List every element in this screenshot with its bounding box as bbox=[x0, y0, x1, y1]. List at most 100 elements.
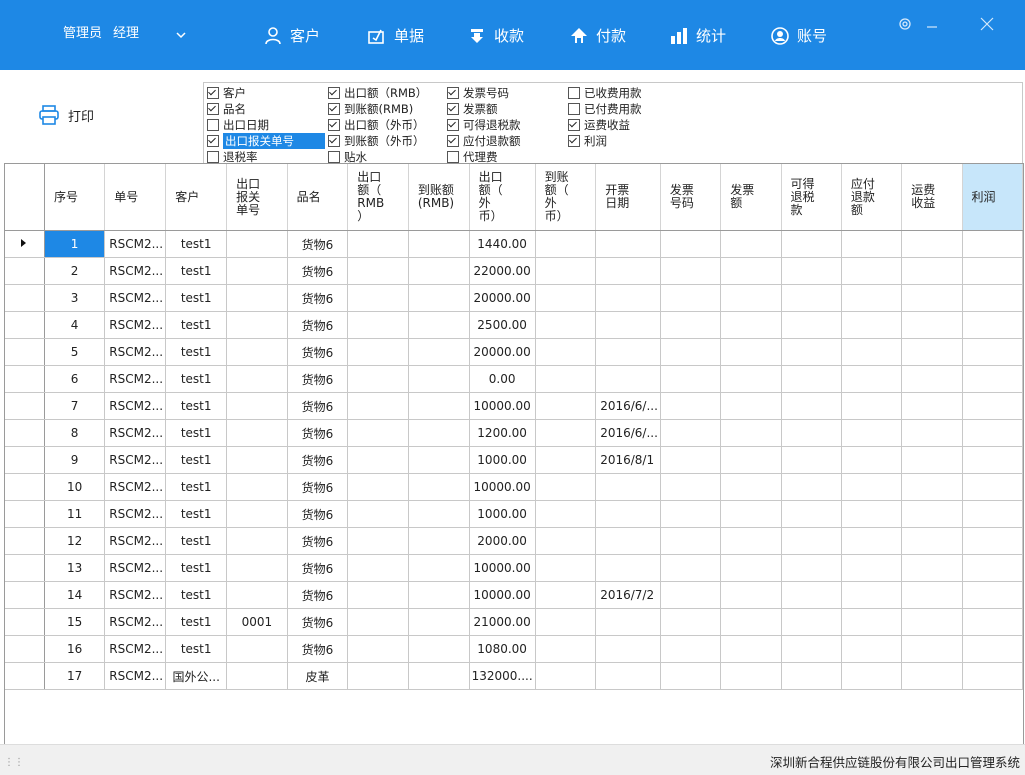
table-cell[interactable] bbox=[901, 419, 963, 447]
table-cell[interactable] bbox=[781, 581, 842, 609]
table-cell[interactable]: 货物6 bbox=[287, 527, 349, 555]
opt-product[interactable]: 品名 bbox=[207, 101, 246, 116]
table-row[interactable]: 12 RSCM2... test1 货物6 2000.00 bbox=[5, 527, 1023, 555]
checkbox[interactable] bbox=[207, 86, 219, 99]
table-cell[interactable] bbox=[781, 419, 842, 447]
table-cell[interactable]: test1 bbox=[165, 608, 228, 636]
column-header[interactable]: 品名 bbox=[287, 164, 349, 231]
table-cell[interactable]: RSCM2... bbox=[104, 392, 167, 420]
table-cell[interactable] bbox=[962, 500, 1023, 528]
row-header[interactable] bbox=[5, 365, 45, 393]
table-cell[interactable] bbox=[962, 338, 1023, 366]
table-cell[interactable] bbox=[720, 473, 782, 501]
table-cell[interactable] bbox=[841, 365, 903, 393]
table-cell[interactable] bbox=[781, 230, 842, 258]
table-cell[interactable]: 2016/7/2 bbox=[595, 581, 661, 609]
table-row[interactable]: 3 RSCM2... test1 货物6 20000.00 bbox=[5, 284, 1023, 312]
table-cell[interactable]: RSCM2... bbox=[104, 230, 167, 258]
table-cell[interactable] bbox=[841, 257, 903, 285]
table-cell[interactable] bbox=[962, 635, 1023, 663]
checkbox[interactable] bbox=[328, 134, 340, 147]
table-cell[interactable] bbox=[901, 527, 963, 555]
table-cell[interactable] bbox=[781, 257, 842, 285]
table-cell[interactable]: test1 bbox=[165, 365, 228, 393]
table-cell[interactable]: 20000.00 bbox=[469, 338, 536, 366]
column-header[interactable]: 出口 报关 单号 bbox=[226, 164, 288, 231]
table-cell[interactable] bbox=[595, 257, 661, 285]
table-cell[interactable] bbox=[660, 284, 722, 312]
table-cell[interactable]: 14 bbox=[44, 581, 106, 609]
table-cell[interactable]: RSCM2... bbox=[104, 527, 167, 555]
table-cell[interactable] bbox=[408, 527, 470, 555]
table-cell[interactable] bbox=[841, 446, 903, 474]
table-cell[interactable] bbox=[226, 365, 288, 393]
table-cell[interactable] bbox=[841, 230, 903, 258]
table-cell[interactable] bbox=[841, 284, 903, 312]
table-cell[interactable] bbox=[720, 635, 782, 663]
table-cell[interactable]: 货物6 bbox=[287, 311, 349, 339]
table-row[interactable]: 16 RSCM2... test1 货物6 1080.00 bbox=[5, 635, 1023, 663]
checkbox[interactable] bbox=[447, 118, 459, 131]
table-cell[interactable]: 10000.00 bbox=[469, 473, 536, 501]
table-cell[interactable] bbox=[408, 230, 470, 258]
table-cell[interactable] bbox=[781, 554, 842, 582]
chevron-down-icon[interactable] bbox=[176, 30, 186, 40]
table-cell[interactable] bbox=[660, 365, 722, 393]
table-cell[interactable] bbox=[841, 635, 903, 663]
table-cell[interactable] bbox=[901, 554, 963, 582]
table-cell[interactable]: 货物6 bbox=[287, 338, 349, 366]
table-cell[interactable] bbox=[720, 500, 782, 528]
table-cell[interactable] bbox=[660, 446, 722, 474]
table-cell[interactable] bbox=[408, 635, 470, 663]
table-cell[interactable] bbox=[535, 608, 597, 636]
row-header[interactable] bbox=[5, 608, 45, 636]
table-cell[interactable] bbox=[595, 554, 661, 582]
table-cell[interactable] bbox=[226, 473, 288, 501]
table-cell[interactable] bbox=[347, 554, 409, 582]
table-cell[interactable] bbox=[720, 311, 782, 339]
table-cell[interactable] bbox=[720, 257, 782, 285]
table-cell[interactable] bbox=[781, 527, 842, 555]
nav-payment[interactable]: 付款 bbox=[569, 25, 626, 46]
table-cell[interactable] bbox=[408, 311, 470, 339]
resize-grip-icon[interactable]: ⋮⋮ bbox=[4, 757, 24, 768]
table-cell[interactable]: 6 bbox=[44, 365, 106, 393]
table-cell[interactable]: 16 bbox=[44, 635, 106, 663]
table-cell[interactable] bbox=[595, 662, 661, 690]
opt-received-fx[interactable]: 到账额（外币） bbox=[328, 133, 425, 148]
table-cell[interactable]: 17 bbox=[44, 662, 106, 690]
table-cell[interactable] bbox=[535, 473, 597, 501]
opt-customs-no[interactable]: 出口报关单号 bbox=[207, 132, 325, 149]
table-cell[interactable] bbox=[781, 635, 842, 663]
opt-export-fx[interactable]: 出口额（外币） bbox=[328, 117, 425, 132]
table-cell[interactable] bbox=[781, 338, 842, 366]
table-cell[interactable] bbox=[535, 419, 597, 447]
column-header[interactable]: 运费 收益 bbox=[901, 164, 963, 231]
table-cell[interactable] bbox=[962, 257, 1023, 285]
minimize-icon[interactable] bbox=[926, 16, 938, 32]
table-cell[interactable]: 货物6 bbox=[287, 284, 349, 312]
table-row[interactable]: 4 RSCM2... test1 货物6 2500.00 bbox=[5, 311, 1023, 339]
table-cell[interactable]: 9 bbox=[44, 446, 106, 474]
table-cell[interactable]: 13 bbox=[44, 554, 106, 582]
table-cell[interactable] bbox=[841, 662, 903, 690]
row-header[interactable] bbox=[5, 500, 45, 528]
table-cell[interactable] bbox=[347, 338, 409, 366]
table-cell[interactable]: 2500.00 bbox=[469, 311, 536, 339]
table-cell[interactable] bbox=[720, 338, 782, 366]
table-row[interactable]: 6 RSCM2... test1 货物6 0.00 bbox=[5, 365, 1023, 393]
row-header[interactable] bbox=[5, 284, 45, 312]
table-cell[interactable] bbox=[535, 284, 597, 312]
table-cell[interactable] bbox=[347, 581, 409, 609]
table-cell[interactable] bbox=[841, 527, 903, 555]
table-cell[interactable] bbox=[535, 338, 597, 366]
nav-customer[interactable]: 客户 bbox=[263, 25, 320, 46]
table-cell[interactable]: test1 bbox=[165, 230, 228, 258]
opt-agency-fee[interactable]: 代理费 bbox=[447, 149, 498, 164]
table-cell[interactable]: 15 bbox=[44, 608, 106, 636]
table-cell[interactable] bbox=[408, 446, 470, 474]
table-cell[interactable] bbox=[660, 500, 722, 528]
table-cell[interactable] bbox=[347, 662, 409, 690]
table-cell[interactable] bbox=[781, 662, 842, 690]
table-cell[interactable] bbox=[720, 230, 782, 258]
